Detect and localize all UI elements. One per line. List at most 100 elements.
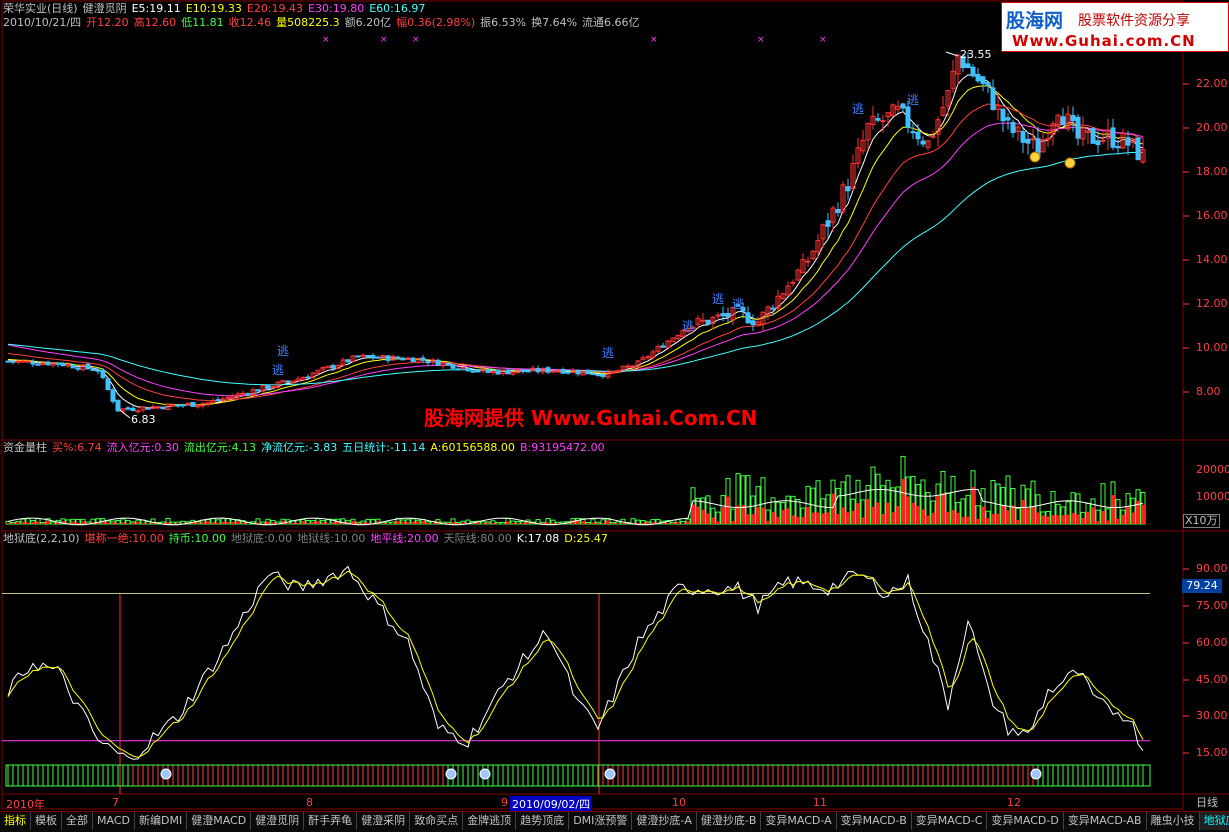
candle-body — [576, 372, 580, 374]
inflow-bar — [586, 523, 590, 524]
candle-body — [631, 366, 635, 367]
inflow-bar — [201, 522, 205, 524]
d-line — [8, 571, 1143, 757]
indicator-tab[interactable]: 健澄抄底-B — [697, 812, 762, 830]
indicator-tab[interactable]: 致命买点 — [410, 812, 463, 830]
inflow-bar — [1076, 515, 1080, 524]
candle-body — [246, 394, 250, 395]
inflow-bar — [721, 507, 725, 524]
inflow-bar — [146, 523, 150, 524]
indicator-tab[interactable]: 全部 — [62, 812, 93, 830]
inflow-bar — [786, 508, 790, 524]
volume-header-item: 流入亿元:0.30 — [107, 441, 179, 454]
inflow-bar — [241, 522, 245, 524]
price-header-item: 荣华实业(日线) — [3, 2, 78, 15]
candle-body — [1076, 117, 1080, 138]
inflow-bar — [696, 507, 700, 524]
inflow-bar — [906, 496, 910, 524]
indicator-tab[interactable]: 健澄MACD — [187, 812, 251, 830]
indicator-tab[interactable]: 雕虫小技 — [1147, 812, 1200, 830]
inflow-bar — [1046, 516, 1050, 524]
period-label[interactable]: 日线 — [1185, 795, 1229, 810]
inflow-bar — [576, 521, 580, 524]
price-tick: 20.00 — [1196, 121, 1228, 134]
price-header-item: 2010/10/21/四 — [3, 16, 81, 29]
inflow-bar — [16, 522, 20, 524]
candle-body — [1091, 128, 1095, 143]
candle-body — [91, 369, 95, 370]
indicator-tab[interactable]: 新编DMI — [135, 812, 187, 830]
ma30-line — [8, 123, 1143, 396]
inflow-bar — [821, 513, 825, 524]
kd-header: 地狱底(2,2,10)堪称一绝:10.00持币:10.00地狱底:0.00地狱线… — [3, 532, 613, 546]
inflow-bar — [976, 519, 980, 524]
inflow-bar — [231, 522, 235, 524]
candle-body — [496, 371, 500, 374]
indicator-tab[interactable]: 地狱底 — [1200, 812, 1229, 830]
low-price-label: 6.83 — [131, 413, 156, 426]
price-header-item: 健澄觅阴 — [83, 2, 127, 15]
logo-brand: 股海网 — [1006, 6, 1063, 33]
indicator-tab[interactable]: 模板 — [31, 812, 62, 830]
inflow-bar — [116, 523, 120, 524]
inflow-bar — [1011, 506, 1015, 524]
kd-header-item: 天际线:80.00 — [444, 532, 512, 545]
indicator-tab[interactable]: 健澄抄底-A — [632, 812, 697, 830]
candle-body — [361, 355, 365, 356]
indicator-tab[interactable]: 变异MACD-B — [837, 812, 912, 830]
inflow-bar — [911, 503, 915, 524]
candle-body — [36, 364, 40, 365]
candle-body — [1011, 122, 1015, 132]
indicator-tab[interactable]: DMI涨预警 — [569, 812, 632, 830]
inflow-bar — [926, 515, 930, 524]
candle-body — [1071, 115, 1075, 120]
price-header-item: E20:19.43 — [247, 2, 303, 15]
inflow-bar — [981, 507, 985, 524]
candle-body — [1116, 147, 1120, 148]
candle-body — [471, 371, 475, 372]
volume-tick: 10000 — [1196, 490, 1229, 503]
indicator-tab[interactable]: MACD — [93, 812, 135, 830]
candle-body — [96, 370, 100, 371]
inflow-bar — [516, 523, 520, 524]
inflow-bar — [716, 521, 720, 524]
inflow-bar — [36, 522, 40, 524]
kd-header-item: K:17.08 — [517, 532, 559, 545]
candle-body — [366, 355, 370, 356]
kd-tick: 15.00 — [1196, 746, 1228, 759]
price-header-line1: 荣华实业(日线)健澄觅阴E5:19.11E10:19.33E20:19.43E3… — [3, 2, 430, 16]
candle-body — [981, 77, 985, 84]
inflow-bar — [41, 523, 45, 524]
candle-body — [1046, 139, 1050, 140]
inflow-bar — [1121, 515, 1125, 524]
inflow-bar — [1126, 506, 1130, 524]
indicator-tab[interactable]: 变异MACD-A — [761, 812, 836, 830]
indicator-tab[interactable]: 变异MACD-D — [987, 812, 1063, 830]
signal-x-marker: × — [757, 35, 765, 45]
indicator-tab[interactable]: 金牌逃顶 — [463, 812, 516, 830]
candle-body — [11, 361, 15, 362]
candle-body — [931, 136, 935, 137]
indicator-tab[interactable]: 趋势顶底 — [516, 812, 569, 830]
candle-body — [566, 372, 570, 373]
indicator-tab[interactable]: 变异MACD-AB — [1064, 812, 1147, 830]
indicator-tab[interactable]: 健澄觅阴 — [251, 812, 304, 830]
inflow-bar — [646, 523, 650, 524]
inflow-bar — [1061, 515, 1065, 524]
indicator-tab[interactable]: 指标 — [0, 812, 31, 830]
inflow-bar — [411, 521, 415, 524]
inflow-bar — [391, 523, 395, 524]
candle-body — [101, 370, 105, 377]
inflow-bar — [366, 523, 370, 524]
indicator-tab[interactable]: 健澄采阴 — [357, 812, 410, 830]
indicator-tab[interactable]: 酐手弄龟 — [304, 812, 357, 830]
candle-body — [61, 363, 65, 365]
inflow-bar — [26, 523, 30, 524]
kd-header-item: D:25.47 — [564, 532, 608, 545]
inflow-bar — [896, 506, 900, 524]
date-tick: 12 — [1007, 796, 1021, 809]
indicator-tab[interactable]: 变异MACD-C — [912, 812, 988, 830]
candle-body — [436, 360, 440, 365]
inflow-bar — [1066, 515, 1070, 524]
candle-body — [176, 405, 180, 406]
